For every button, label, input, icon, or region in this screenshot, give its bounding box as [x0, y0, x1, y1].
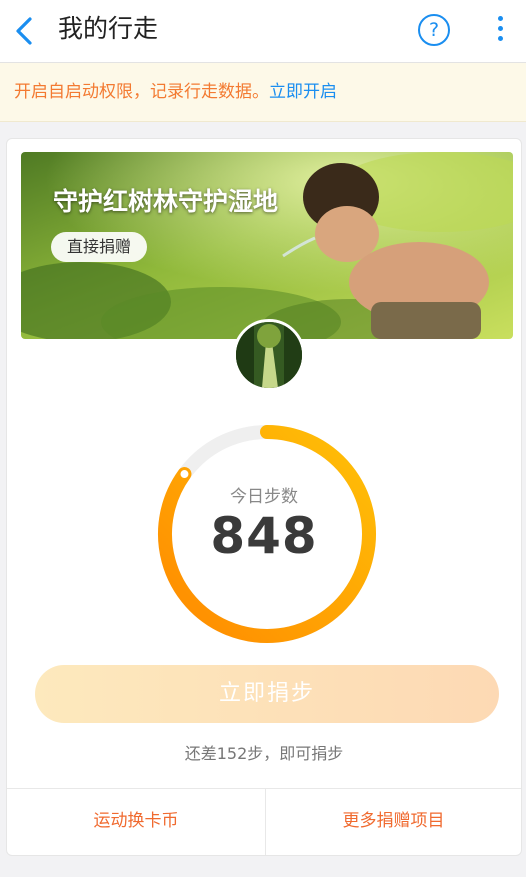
more-donation-projects-button[interactable]: 更多捐赠项目	[266, 789, 521, 855]
notice-text: 开启自启动权限，记录行走数据。	[14, 82, 269, 102]
banner-title: 守护红树林守护湿地	[53, 187, 279, 216]
autostart-notice: 开启自启动权限，记录行走数据。立即开启	[0, 63, 526, 122]
help-icon[interactable]: ?	[418, 14, 450, 46]
top-bar: 我的行走 ?	[0, 0, 526, 63]
project-avatar[interactable]	[233, 319, 305, 391]
page-title: 我的行走	[58, 14, 159, 43]
back-arrow-icon	[16, 17, 32, 45]
steps-remaining-hint: 还差152步，即可捐步	[184, 744, 344, 763]
forest-thumbnail	[236, 322, 302, 388]
walk-card: 守护红树林守护湿地 直接捐赠 今日步数 848 立即捐步 还差152步，即可捐步…	[6, 138, 522, 856]
back-button[interactable]	[8, 11, 44, 51]
exercise-for-coins-button[interactable]: 运动换卡币	[7, 789, 266, 855]
today-steps-label: 今日步数	[230, 487, 298, 507]
enable-now-link[interactable]: 立即开启	[269, 82, 337, 102]
project-banner[interactable]: 守护红树林守护湿地 直接捐赠	[21, 152, 513, 339]
today-steps-value: 848	[210, 507, 318, 565]
progress-ring-end-dot	[180, 470, 189, 479]
bottom-actions: 运动换卡币 更多捐赠项目	[7, 788, 521, 855]
more-vertical-icon[interactable]	[490, 12, 510, 48]
direct-donate-button[interactable]: 直接捐赠	[51, 232, 148, 262]
donate-steps-button[interactable]: 立即捐步	[35, 665, 499, 723]
